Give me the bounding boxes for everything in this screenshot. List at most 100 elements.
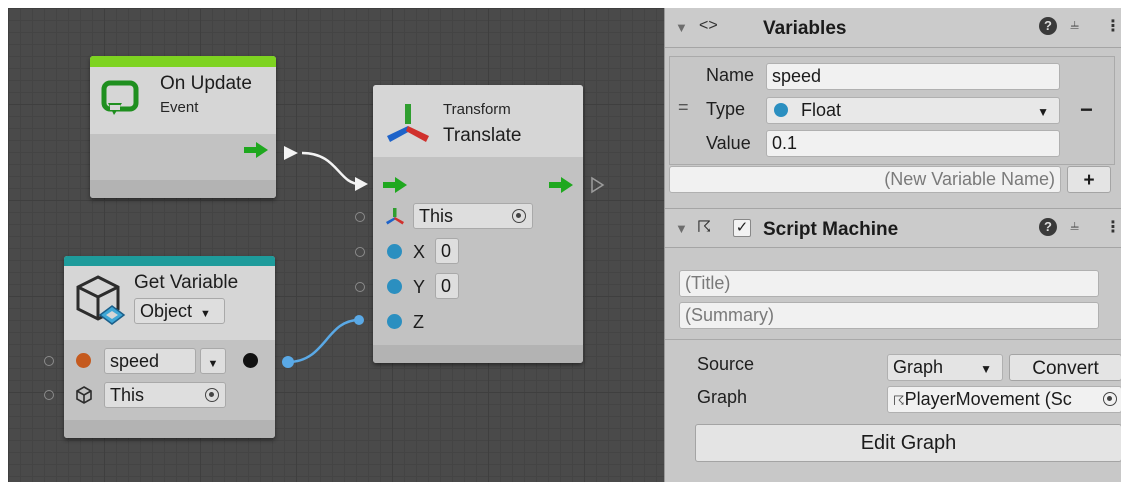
variable-kind-dropdown[interactable]: Object ▼ — [134, 298, 225, 324]
variable-value-label: Value — [706, 133, 751, 153]
variable-definition: Name speed = Type Float ▼ − Value 0.1 — [669, 56, 1115, 165]
variables-icon: <> — [699, 17, 718, 34]
target-input-port[interactable] — [44, 390, 54, 400]
translate-category: Transform — [443, 101, 511, 118]
value-in-port-z — [354, 315, 364, 325]
get-variable-accent-bar — [64, 256, 275, 266]
variable-type-dropdown[interactable]: Float ▼ — [766, 97, 1060, 124]
translate-footer — [373, 345, 583, 363]
preset-icon[interactable]: ⫨ — [1070, 16, 1079, 34]
variable-name-value: speed — [110, 351, 160, 371]
variable-target-value: This — [110, 385, 145, 405]
target-value: This — [419, 206, 454, 226]
flow-out-port-translate — [591, 176, 605, 194]
object-picker-icon[interactable] — [512, 209, 526, 223]
flow-input-arrow-icon — [383, 177, 407, 193]
get-variable-footer — [64, 420, 275, 438]
chevron-down-icon: ▼ — [980, 362, 992, 376]
variables-header[interactable]: ▼ <> Variables ? ⫨ ⋮ — [665, 8, 1121, 48]
on-update-subtitle: Event — [160, 99, 199, 116]
transform-target-icon — [386, 208, 404, 225]
script-machine-title: Script Machine — [763, 219, 899, 240]
flow-in-arrow-translate — [355, 177, 368, 191]
variable-name-field[interactable]: speed — [104, 348, 196, 374]
variable-name-input[interactable]: speed — [766, 63, 1060, 90]
target-input-port[interactable] — [355, 212, 365, 222]
on-update-node[interactable]: On Update Event — [90, 56, 276, 198]
script-machine-icon: ☈ — [697, 219, 712, 236]
graph-canvas[interactable]: On Update Event Transform Translate This… — [8, 8, 664, 482]
chevron-down-icon: ▼ — [207, 358, 219, 370]
variable-name-label: Name — [706, 65, 755, 85]
float-type-icon — [774, 103, 788, 117]
drag-handle-icon[interactable]: = — [678, 97, 689, 118]
flow-output-arrow-icon — [549, 177, 573, 193]
source-value: Graph — [893, 357, 944, 377]
variable-target-field[interactable]: This — [104, 382, 226, 408]
float-type-icon — [387, 314, 402, 329]
x-input-port[interactable] — [355, 247, 365, 257]
chevron-down-icon: ▼ — [200, 308, 211, 320]
target-field[interactable]: This — [413, 203, 533, 229]
variable-type-value: Float — [801, 100, 842, 120]
summary-input[interactable]: (Summary) — [679, 302, 1099, 329]
flow-out-port-on-update — [284, 146, 298, 160]
z-label: Z — [413, 312, 424, 332]
translate-header: Transform Translate — [373, 85, 583, 157]
flow-connection — [301, 151, 361, 186]
script-machine-header[interactable]: ▼ ☈ ✓ Script Machine ? ⫨ ⋮ — [665, 208, 1121, 248]
get-variable-header: Get Variable Object ▼ — [64, 266, 275, 340]
graph-asset-value: PlayerMovement (Sc — [904, 389, 1072, 409]
graph-asset-field[interactable]: ☈PlayerMovement (Sc — [887, 386, 1121, 413]
help-icon[interactable]: ? — [1039, 218, 1057, 236]
get-variable-node[interactable]: Get Variable Object ▼ speed ▼ This — [44, 256, 275, 438]
name-input-port[interactable] — [44, 356, 54, 366]
foldout-triangle-icon[interactable]: ▼ — [675, 20, 688, 35]
string-type-icon — [76, 353, 91, 368]
x-label: X — [413, 242, 426, 262]
edit-graph-button[interactable]: Edit Graph — [695, 424, 1121, 462]
graph-asset-icon: ☈ — [893, 393, 905, 408]
object-picker-icon[interactable] — [1103, 392, 1117, 406]
add-variable-button[interactable]: + — [1067, 166, 1111, 193]
value-connection — [287, 318, 360, 364]
convert-button[interactable]: Convert — [1009, 354, 1121, 381]
variable-cube-icon — [76, 275, 126, 325]
y-field[interactable]: 0 — [435, 273, 459, 299]
on-update-footer — [90, 180, 276, 198]
variable-value-input[interactable]: 0.1 — [766, 130, 1060, 157]
inspector-panel: ▼ <> Variables ? ⫨ ⋮ Name speed = Type F… — [664, 8, 1121, 482]
get-variable-title: Get Variable — [134, 272, 239, 293]
remove-variable-button[interactable]: − — [1080, 97, 1093, 123]
on-update-title: On Update — [160, 73, 252, 94]
float-type-icon — [387, 244, 402, 259]
more-options-icon[interactable]: ⋮ — [1105, 16, 1121, 36]
new-variable-name-input[interactable]: (New Variable Name) — [669, 166, 1061, 193]
y-input-port[interactable] — [355, 282, 365, 292]
graph-label: Graph — [697, 387, 748, 407]
enabled-checkbox[interactable]: ✓ — [733, 219, 751, 237]
translate-title: Translate — [443, 125, 522, 146]
flow-output-arrow-icon — [244, 142, 268, 158]
source-dropdown[interactable]: Graph ▼ — [887, 354, 1003, 381]
preset-icon[interactable]: ⫨ — [1070, 217, 1079, 235]
value-output-port[interactable] — [243, 353, 258, 368]
translate-node[interactable]: Transform Translate This X 0 Y 0 Z — [355, 85, 583, 363]
game-object-icon — [76, 386, 92, 404]
chevron-down-icon: ▼ — [1037, 105, 1049, 119]
on-update-header: On Update Event — [90, 67, 276, 134]
y-label: Y — [413, 277, 426, 297]
title-input[interactable]: (Title) — [679, 270, 1099, 297]
x-field[interactable]: 0 — [435, 238, 459, 264]
float-type-icon — [387, 279, 402, 294]
value-out-port-speed — [282, 356, 294, 368]
help-icon[interactable]: ? — [1039, 17, 1057, 35]
variable-type-label: Type — [706, 99, 746, 119]
object-picker-icon[interactable] — [205, 388, 219, 402]
divider — [665, 339, 1121, 340]
variable-name-dropdown-button[interactable]: ▼ — [200, 348, 226, 374]
transform-axes-icon — [387, 104, 429, 142]
foldout-triangle-icon[interactable]: ▼ — [675, 221, 688, 236]
more-options-icon[interactable]: ⋮ — [1105, 217, 1121, 237]
source-label: Source — [697, 354, 755, 374]
